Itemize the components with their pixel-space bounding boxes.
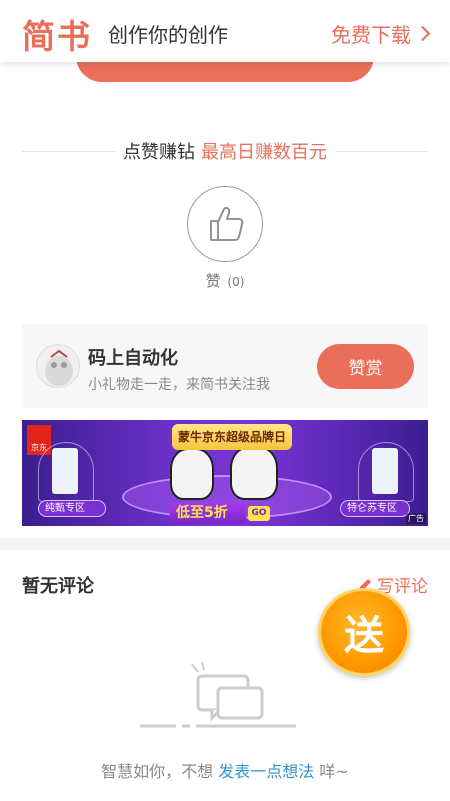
download-label: 免费下载	[331, 23, 411, 47]
earn-text: 点赞赚钻 最高日赚数百元	[115, 138, 335, 164]
like-earn-banner: 点赞赚钻 最高日赚数百元	[22, 136, 428, 166]
empty-comments-text: 智慧如你，不想 发表一点想法 咩~	[0, 758, 450, 782]
download-app-link[interactable]: 免费下载	[331, 19, 431, 48]
earn-highlight[interactable]: 最高日赚数百元	[201, 142, 327, 163]
comments-heading: 暂无评论	[22, 576, 94, 597]
ad-banner[interactable]: 京东 蒙牛京东超级品牌日 纯甄专区 特仑苏专区 低至5折 GO 广告	[22, 420, 428, 526]
cow-mascot-left	[170, 448, 214, 500]
avatar-image	[37, 345, 79, 387]
ad-title: 蒙牛京东超级品牌日	[172, 424, 292, 450]
like-count-label: 赞 (0)	[0, 270, 450, 291]
reward-button[interactable]: 赞赏	[317, 344, 414, 389]
top-header: 简书 创作你的创作 免费下载	[0, 0, 450, 62]
cow-mascot-right	[230, 446, 278, 500]
divider-left	[22, 150, 115, 152]
like-count: (0)	[227, 275, 245, 289]
author-avatar[interactable]	[36, 344, 80, 388]
empty-suffix: 咩~	[319, 762, 349, 781]
ad-sale-label: 低至5折	[170, 502, 246, 524]
ad-left-pill[interactable]: 纯甄专区	[38, 500, 106, 517]
section-separator	[0, 538, 450, 550]
empty-prefix: 智慧如你，不想	[101, 762, 214, 781]
milk-box-left	[52, 448, 78, 494]
post-idea-link[interactable]: 发表一点想法	[218, 762, 314, 781]
chevron-right-icon	[414, 25, 431, 42]
earn-label: 点赞赚钻	[123, 142, 195, 163]
author-reward-card: 码上自动化 小礼物走一走，来简书关注我 赞赏	[22, 324, 428, 408]
ad-right-pill[interactable]: 特仑苏专区	[340, 500, 410, 517]
milk-box-right	[372, 448, 398, 494]
ad-tag: 广告	[406, 513, 426, 524]
thumbs-up-icon	[210, 207, 244, 241]
empty-comments-icon	[140, 662, 296, 728]
author-name[interactable]: 码上自动化	[88, 344, 178, 370]
author-subtitle: 小礼物走一走，来简书关注我	[88, 377, 270, 393]
jianshu-logo[interactable]: 简书	[22, 10, 92, 58]
like-text: 赞	[205, 272, 221, 290]
ad-go-button[interactable]: GO	[248, 506, 270, 521]
header-slogan: 创作你的创作	[108, 23, 228, 47]
like-button[interactable]	[187, 186, 263, 262]
divider-right	[335, 150, 428, 152]
send-gift-badge[interactable]: 送	[318, 588, 410, 676]
